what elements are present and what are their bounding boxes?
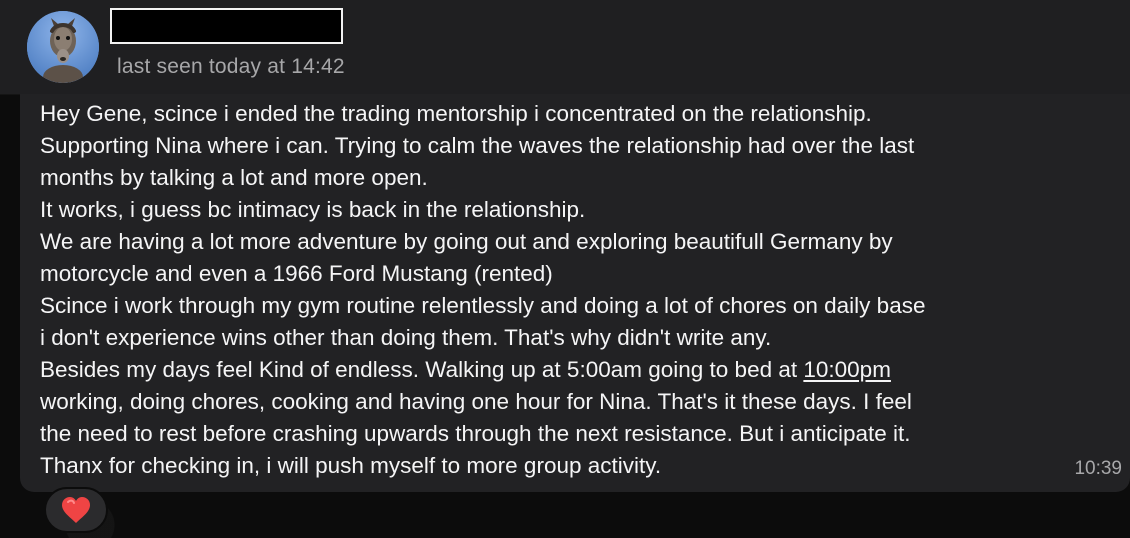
message-line-7: Scince i work through my gym routine rel… xyxy=(40,293,926,318)
message-line-8: i don't experience wins other than doing… xyxy=(40,325,772,350)
message-line-5: We are having a lot more adventure by go… xyxy=(40,229,893,254)
message-line-12: Thanx for checking in, i will push mysel… xyxy=(40,453,662,478)
llama-avatar-icon xyxy=(27,11,99,83)
message-line-1: Hey Gene, scince i ended the trading men… xyxy=(40,101,872,126)
message-line-9: Besides my days feel Kind of endless. Wa… xyxy=(40,357,804,382)
message-line-10: working, doing chores, cooking and havin… xyxy=(40,389,912,414)
message-body: Hey Gene, scince i ended the trading men… xyxy=(40,98,1125,482)
last-seen-status: last seen today at 14:42 xyxy=(117,55,345,78)
contact-avatar[interactable] xyxy=(27,11,99,83)
redacted-contact-name xyxy=(110,8,343,44)
message-line-3: months by talking a lot and more open. xyxy=(40,165,428,190)
received-message-bubble[interactable]: Hey Gene, scince i ended the trading men… xyxy=(20,94,1130,492)
red-heart-icon xyxy=(62,497,90,523)
message-reaction[interactable] xyxy=(44,487,108,533)
message-line-2: Supporting Nina where i can. Trying to c… xyxy=(40,133,915,158)
message-time: 10:39 xyxy=(1074,458,1122,479)
chat-header: last seen today at 14:42 xyxy=(0,0,1130,95)
message-line-6: motorcycle and even a 1966 Ford Mustang … xyxy=(40,261,553,286)
message-line-11: the need to rest before crashing upwards… xyxy=(40,421,911,446)
time-link[interactable]: 10:00pm xyxy=(803,357,891,382)
message-line-4: It works, i guess bc intimacy is back in… xyxy=(40,197,586,222)
